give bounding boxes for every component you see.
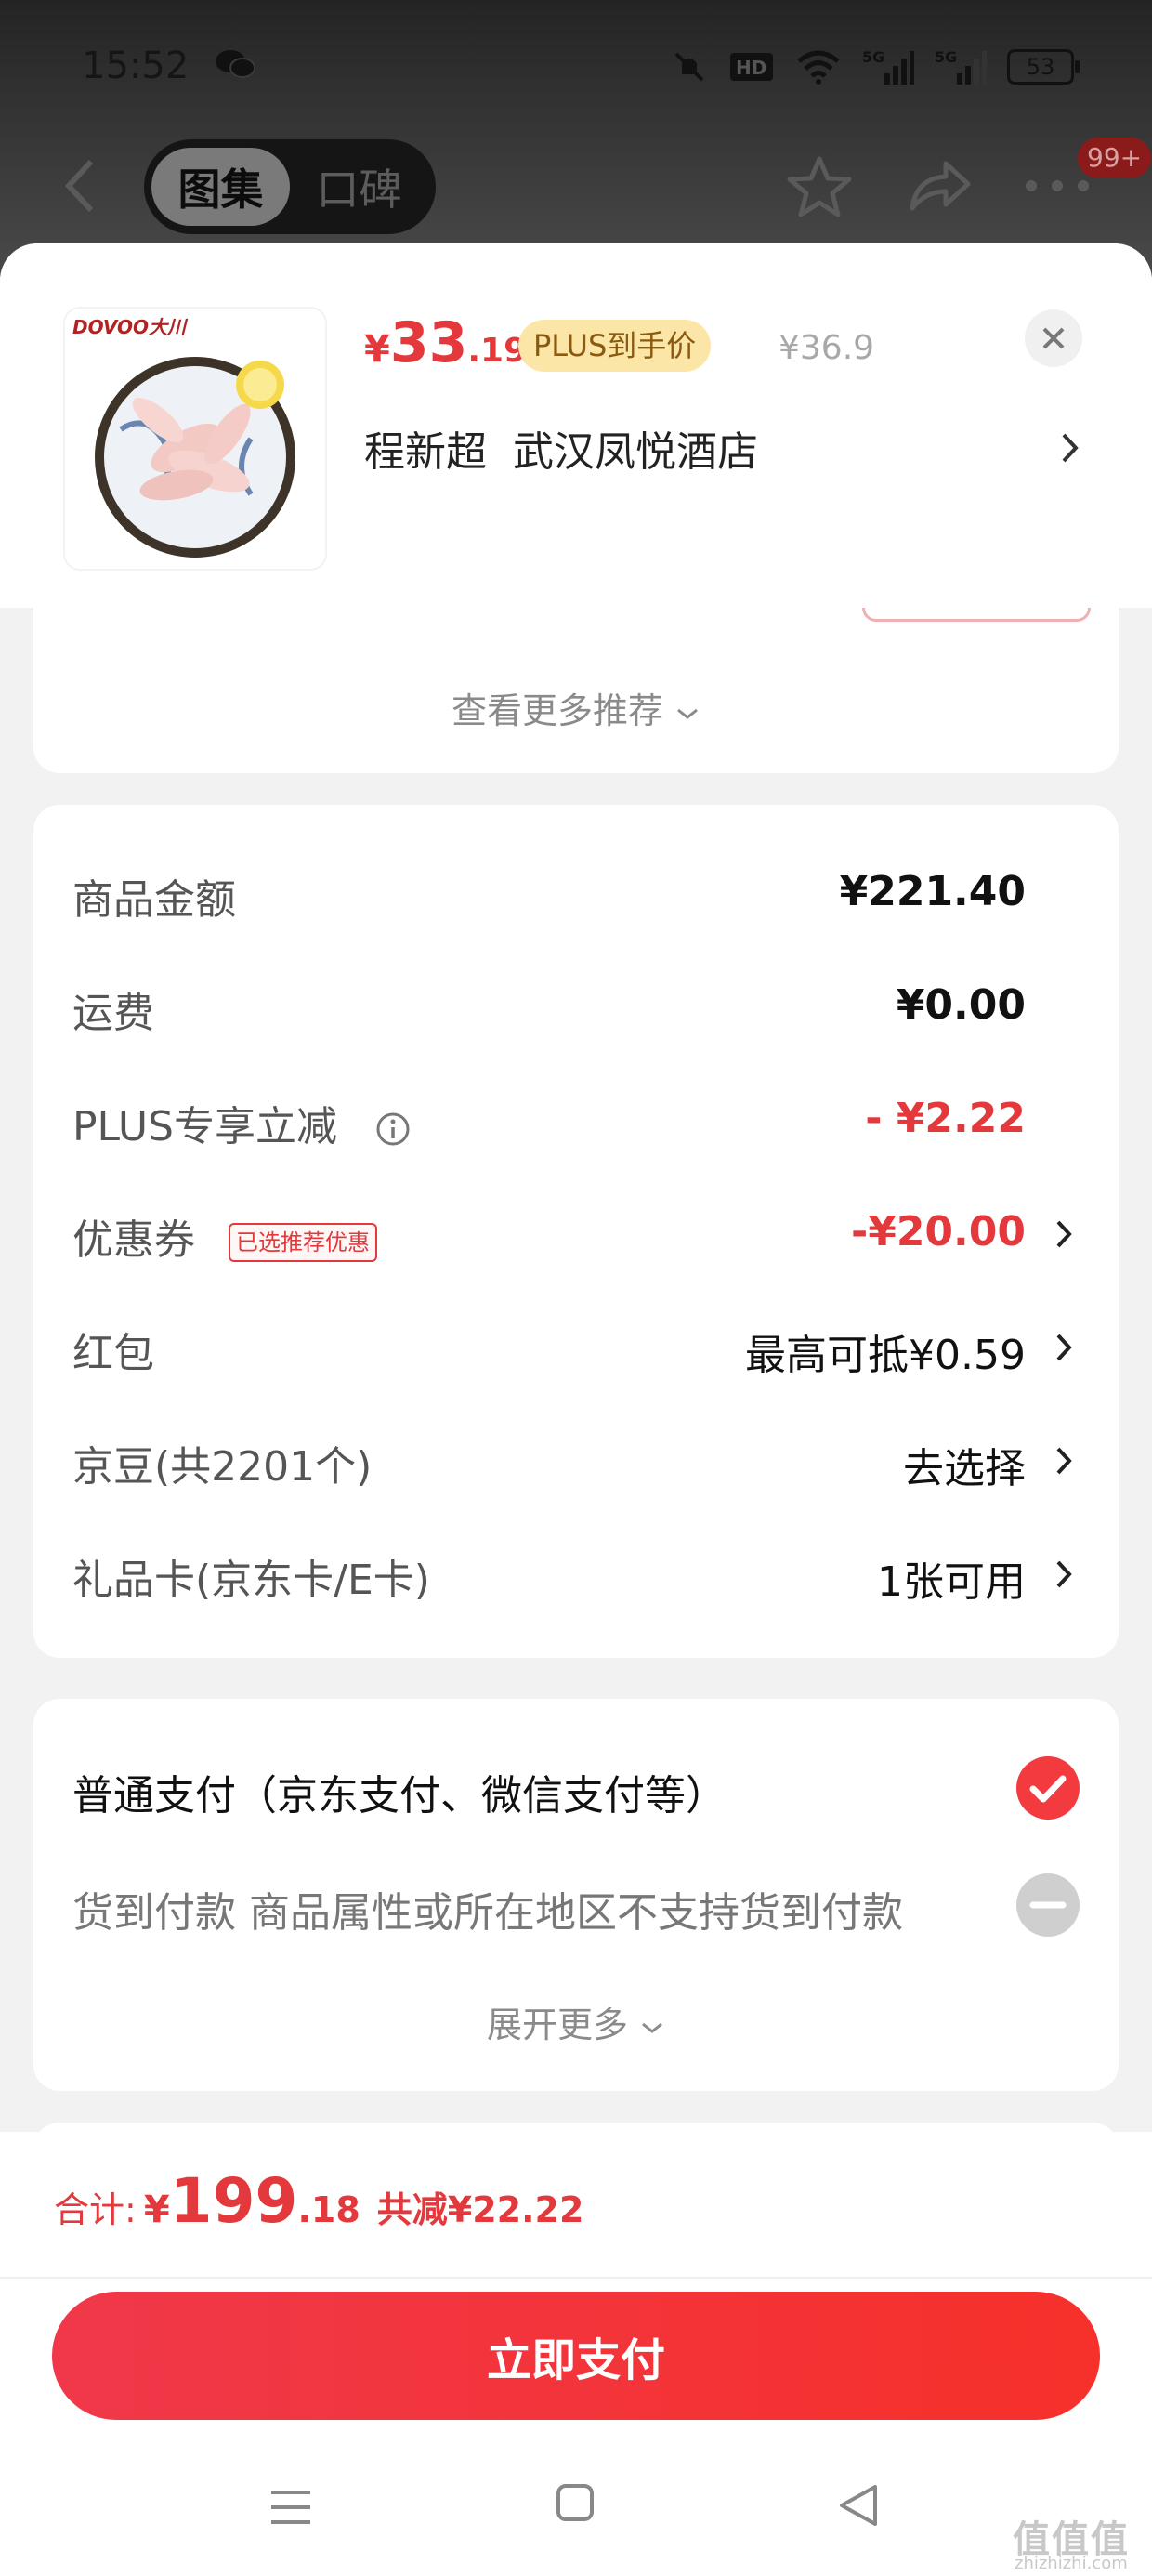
recommended-coupon-tag: 已选推荐优惠: [229, 1223, 377, 1262]
coupon-value: -¥20.00: [850, 1208, 1026, 1255]
row-plus-discount: PLUS专享立减 - ¥2.22: [72, 1095, 1026, 1150]
hd-icon: HD: [730, 53, 773, 81]
view-switcher: 图集 口碑: [144, 139, 436, 234]
red-packet-value: 最高可抵¥0.59: [745, 1332, 1026, 1379]
payment-option-normal[interactable]: 普通支付（京东支付、微信支付等）: [72, 1734, 1094, 1836]
row-coupon[interactable]: 优惠券 已选推荐优惠 -¥20.00: [72, 1180, 1080, 1282]
original-price: ¥36.9: [779, 329, 875, 367]
payment-method-card: 普通支付（京东支付、微信支付等） 货到付款 商品属性或所在地区不支持货到付款 展…: [33, 1699, 1119, 2091]
payment-option-cod: 货到付款 商品属性或所在地区不支持货到付款: [72, 1851, 1094, 1953]
back-triangle-icon[interactable]: [838, 2483, 879, 2528]
product-thumbnail[interactable]: DOVOO大川: [65, 309, 325, 569]
shipping-value: ¥0.00: [896, 981, 1026, 1029]
plus-price: ¥ 33 .19: [364, 310, 528, 375]
chevron-right-icon[interactable]: [1054, 1217, 1074, 1251]
product-image: [95, 357, 295, 558]
amount-summary-card: 商品金额 ¥221.40 运费 ¥0.00 PLUS专享立减 - ¥2.22 优…: [33, 805, 1119, 1658]
pay-now-button[interactable]: 立即支付: [52, 2292, 1100, 2420]
star-icon[interactable]: [786, 153, 853, 220]
wechat-icon: [216, 50, 255, 78]
mute-icon: [674, 52, 704, 82]
disabled-icon: [1016, 1873, 1080, 1937]
divider: [0, 2277, 1152, 2279]
svg-text:5G: 5G: [862, 48, 884, 66]
share-icon[interactable]: [905, 158, 972, 214]
svg-text:5G: 5G: [935, 48, 957, 66]
chevron-right-icon[interactable]: [1054, 1331, 1074, 1364]
plus-price-tag: PLUS到手价: [518, 320, 712, 372]
plus-discount-value: - ¥2.22: [865, 1095, 1026, 1142]
brand-logo: DOVOO大川: [72, 316, 187, 338]
expand-more-link[interactable]: 展开更多: [33, 1996, 1119, 2047]
chevron-down-icon: [677, 708, 698, 719]
notification-badge: 99+: [1078, 138, 1152, 178]
recommendation-button-partial: [862, 608, 1091, 622]
status-icons: HD 5G 5G 53: [671, 45, 1080, 89]
row-shipping: 运费 ¥0.00: [72, 981, 1026, 1037]
product-header: DOVOO大川 ¥ 33 .19 PLUS到手价 ¥36.9 程新超 武汉凤悦酒…: [0, 243, 1152, 608]
total-saved: 共减¥22.22: [376, 2189, 584, 2230]
battery-icon: 53: [1007, 49, 1080, 85]
recommendations-card: 查看更多推荐: [33, 608, 1119, 773]
row-gift-card[interactable]: 礼品卡(京东卡/E卡) 1张可用: [72, 1520, 1080, 1623]
status-time: 15:52: [82, 45, 190, 87]
wifi-icon: [797, 50, 840, 85]
signal-5g-icon: 5G: [862, 48, 914, 85]
chevron-down-icon: [642, 2022, 662, 2033]
row-goods-amount: 商品金额 ¥221.40: [72, 868, 1026, 924]
signal-5g-icon-2: 5G: [935, 48, 987, 85]
chevron-right-icon[interactable]: [1054, 1444, 1074, 1478]
info-icon[interactable]: [374, 1111, 412, 1148]
row-jd-beans[interactable]: 京豆(共2201个) 去选择: [72, 1407, 1080, 1509]
gift-card-value: 1张可用: [877, 1558, 1026, 1606]
close-button[interactable]: [1025, 309, 1082, 367]
back-arrow-icon[interactable]: [61, 158, 98, 214]
jd-beans-value: 去选择: [903, 1445, 1026, 1492]
checkmark-icon[interactable]: [1015, 1755, 1081, 1821]
home-icon[interactable]: [556, 2483, 595, 2522]
chevron-right-icon[interactable]: [1054, 1557, 1074, 1591]
row-red-packet[interactable]: 红包 最高可抵¥0.59: [72, 1294, 1080, 1396]
more-recommendations-link[interactable]: 查看更多推荐: [33, 682, 1119, 733]
menu-icon[interactable]: [269, 2487, 312, 2528]
tab-reviews[interactable]: 口碑: [290, 148, 428, 226]
order-total: 合计: ¥ 199 .18 共减¥22.22: [54, 2165, 584, 2237]
close-icon: [1042, 327, 1065, 349]
watermark-url: zhizhizhi.com: [1015, 2554, 1128, 2573]
svg-text:HD: HD: [736, 57, 766, 79]
tab-gallery[interactable]: 图集: [151, 148, 290, 226]
status-bar: 15:52 HD 5G 5G 53: [0, 0, 1152, 139]
goods-amount-value: ¥221.40: [839, 868, 1026, 915]
store-name[interactable]: 程新超 武汉凤悦酒店: [364, 418, 758, 478]
chevron-right-icon[interactable]: [1059, 429, 1081, 467]
